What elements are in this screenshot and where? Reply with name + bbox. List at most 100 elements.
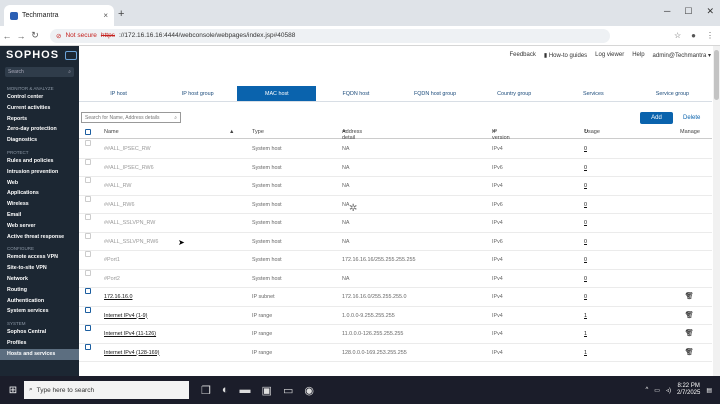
new-tab-button[interactable]: +	[118, 8, 124, 20]
clock[interactable]: 8:22 PM 2/7/2025	[677, 383, 700, 397]
forward-icon[interactable]: →	[14, 31, 28, 41]
terminal-icon[interactable]: ▭	[283, 384, 293, 397]
scrollbar-thumb[interactable]	[714, 50, 719, 100]
warning-icon[interactable]: ⊘	[56, 32, 61, 40]
taskbar-search-input[interactable]: ⌕ Type here to search	[24, 381, 189, 399]
row-usage[interactable]: 0	[584, 270, 587, 288]
row-usage[interactable]: 0	[584, 233, 587, 251]
sidebar-item-wireless[interactable]: Wireless	[0, 199, 79, 210]
table-row[interactable]: ##ALL_IPSEC_RW6 System host NA IPv6 0	[79, 158, 712, 177]
tab-mac-host[interactable]: MAC host	[237, 86, 317, 101]
store-icon[interactable]: ▣	[262, 384, 272, 397]
delete-button[interactable]: Delete	[683, 112, 700, 124]
filter-icon[interactable]: ⏷	[342, 129, 346, 136]
row-usage[interactable]: 0	[584, 177, 587, 195]
table-row[interactable]: ##ALL_RW6 System host NA IPv6 0	[79, 195, 712, 214]
sidebar-item-profiles[interactable]: Profiles	[0, 338, 79, 349]
sidebar-item-hosts-and-services[interactable]: Hosts and services	[0, 348, 79, 360]
delete-icon[interactable]: 🗑	[685, 307, 694, 325]
edge-icon[interactable]: ◐	[222, 384, 229, 397]
delete-icon[interactable]: 🗑	[685, 325, 694, 343]
file-explorer-icon[interactable]: ▬	[240, 384, 251, 397]
close-tab-icon[interactable]: ×	[103, 11, 108, 20]
row-usage[interactable]: 0	[584, 159, 587, 177]
how-to-guides-link[interactable]: ▮ How-to guides	[544, 52, 587, 59]
filter-icon[interactable]: ⏷	[492, 129, 496, 136]
row-usage[interactable]: 0	[584, 251, 587, 269]
menu-icon[interactable]: ⋮	[706, 31, 714, 40]
sidebar-item-remote-access-vpn[interactable]: Remote access VPN	[0, 252, 79, 263]
row-usage[interactable]: 0	[584, 214, 587, 232]
sidebar-item-site-to-site-vpn[interactable]: Site-to-site VPN	[0, 263, 79, 274]
row-usage[interactable]: 1	[584, 325, 587, 343]
url-field[interactable]: ⊘ Not secure https://172.16.16.16:4444/w…	[50, 28, 610, 43]
tab-fqdn-host[interactable]: FQDN host	[316, 86, 395, 101]
volume-icon[interactable]: ◃)	[666, 387, 671, 394]
tab-ip-host-group[interactable]: IP host group	[158, 86, 237, 101]
table-row[interactable]: ##ALL_RW System host NA IPv4 0	[79, 177, 712, 196]
minimize-button[interactable]: ─	[664, 6, 670, 17]
sidebar-item-email[interactable]: Email	[0, 210, 79, 221]
back-icon[interactable]: ←	[0, 31, 14, 41]
table-row[interactable]: ##ALL_IPSEC_RW System host NA IPv4 0	[79, 140, 712, 159]
sidebar-item-current-activities[interactable]: Current activities	[0, 103, 79, 114]
sidebar-item-active-threat-response[interactable]: Active threat response	[0, 232, 79, 243]
sidebar-item-reports[interactable]: Reports	[0, 114, 79, 125]
table-row[interactable]: Internet IPv4 (1-9) IP range 1.0.0.0-9.2…	[79, 306, 712, 325]
sort-asc-icon[interactable]: ▲	[229, 129, 234, 135]
add-button[interactable]: Add	[640, 112, 673, 124]
row-usage[interactable]: 1	[584, 344, 587, 362]
chrome-icon[interactable]: ◉	[304, 384, 314, 397]
profile-icon[interactable]: ●	[691, 31, 696, 40]
sidebar-item-intrusion-prevention[interactable]: Intrusion prevention	[0, 167, 79, 178]
table-row[interactable]: Internet IPv4 (11-126) IP range 11.0.0.0…	[79, 325, 712, 344]
user-menu[interactable]: admin@Techmantra ▾	[653, 52, 711, 59]
tab-country-group[interactable]: Country group	[475, 86, 554, 101]
sidebar-item-routing[interactable]: Routing	[0, 285, 79, 296]
sidebar-item-sophos-central[interactable]: Sophos Central	[0, 327, 79, 338]
log-viewer-link[interactable]: Log viewer	[595, 52, 624, 59]
refresh-icon[interactable]: ↻	[584, 129, 589, 135]
table-row[interactable]: ##ALL_SSLVPN_RW6 System host NA IPv6 0	[79, 232, 712, 251]
table-row[interactable]: 172.16.16.0 IP subnet 172.16.16.0/255.25…	[79, 288, 712, 307]
row-usage[interactable]: 0	[584, 288, 587, 306]
network-icon[interactable]: ▭	[654, 387, 660, 394]
row-name[interactable]: Internet IPv4 (128-169)	[104, 344, 159, 362]
feedback-link[interactable]: Feedback	[509, 52, 535, 59]
row-name[interactable]: 172.16.16.0	[104, 288, 132, 306]
sidebar-item-web-server[interactable]: Web server	[0, 221, 79, 232]
row-usage[interactable]: 0	[584, 196, 587, 214]
maximize-button[interactable]: ☐	[684, 6, 692, 17]
table-row[interactable]: ##ALL_SSLVPN_RW System host NA IPv4 0	[79, 214, 712, 233]
close-window-button[interactable]: ✕	[706, 6, 714, 17]
delete-icon[interactable]: 🗑	[685, 344, 694, 362]
table-row[interactable]: #Port2 System host NA IPv4 0	[79, 269, 712, 288]
sidebar-item-zero-day-protection[interactable]: Zero-day protection	[0, 124, 79, 135]
table-row[interactable]: #Port1 System host 172.16.16.16/255.255.…	[79, 251, 712, 270]
sidebar-item-applications[interactable]: Applications	[0, 188, 79, 199]
browser-tab[interactable]: Techmantra ×	[4, 5, 114, 26]
row-name[interactable]: Internet IPv4 (1-9)	[104, 307, 147, 325]
star-icon[interactable]: ☆	[674, 31, 681, 40]
sidebar-item-network[interactable]: Network	[0, 274, 79, 285]
row-usage[interactable]: 1	[584, 307, 587, 325]
sidebar-item-web[interactable]: Web	[0, 178, 79, 189]
help-link[interactable]: Help	[632, 52, 644, 59]
sidebar-item-authentication[interactable]: Authentication	[0, 296, 79, 307]
table-search-input[interactable]: Search for Name, Address details ⌕	[81, 112, 181, 123]
sidebar-item-system-services[interactable]: System services	[0, 306, 79, 317]
windows-start-icon[interactable]: ⊞	[4, 385, 22, 396]
sidebar-search-input[interactable]: Search ⌕	[5, 67, 74, 77]
vertical-scrollbar[interactable]	[713, 46, 720, 376]
sidebar-item-rules-and-policies[interactable]: Rules and policies	[0, 156, 79, 167]
not-secure-label[interactable]: Not secure	[65, 32, 96, 39]
row-usage[interactable]: 0	[584, 140, 587, 158]
task-view-icon[interactable]: ❐	[201, 384, 211, 397]
tab-services[interactable]: Services	[554, 86, 633, 101]
delete-icon[interactable]: 🗑	[685, 288, 694, 306]
tab-service-group[interactable]: Service group	[633, 86, 712, 101]
reload-icon[interactable]: ↻	[28, 30, 42, 41]
row-name[interactable]: Internet IPv4 (11-126)	[104, 325, 156, 343]
notification-icon[interactable]: ▤	[706, 387, 712, 394]
chevron-up-icon[interactable]: ^	[645, 387, 648, 393]
